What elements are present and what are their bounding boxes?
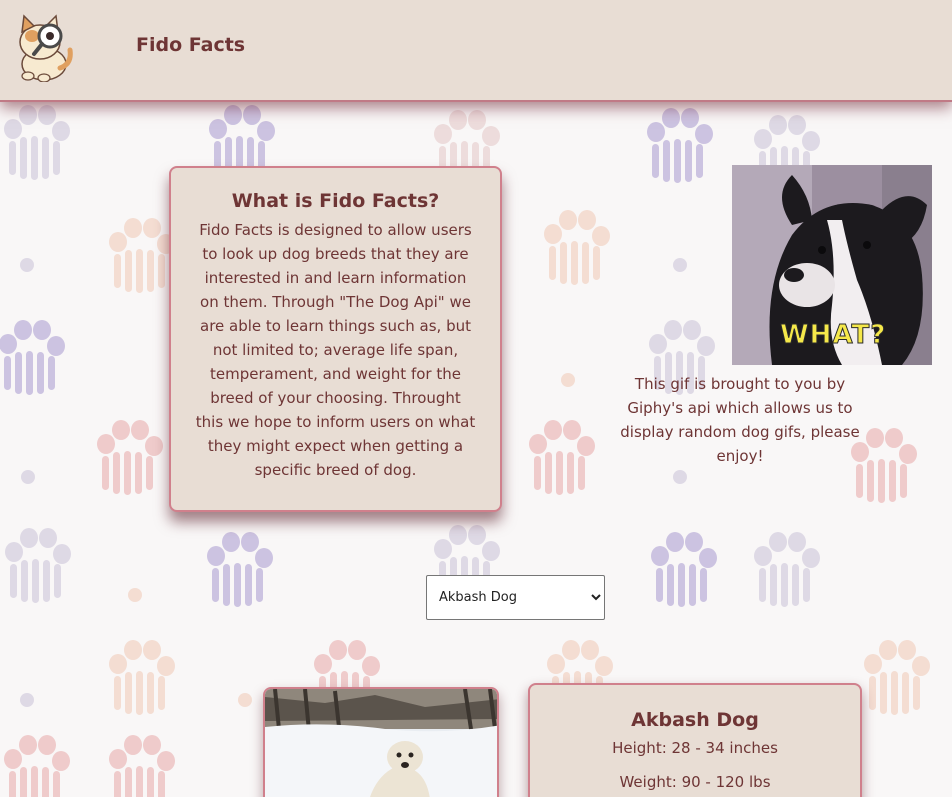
about-card: What is Fido Facts? Fido Facts is design…: [169, 166, 502, 512]
site-header: Fido Facts: [0, 0, 952, 102]
breed-select[interactable]: Akbash Dog: [426, 575, 605, 620]
about-text: Fido Facts is designed to allow users to…: [195, 221, 476, 479]
breed-photo-image: [265, 689, 497, 797]
magnifier-cat-icon[interactable]: [10, 12, 74, 82]
dog-gif[interactable]: WHAT?: [732, 165, 932, 365]
breed-name: Akbash Dog: [631, 709, 759, 731]
breed-weight: Weight: 90 - 120 lbs: [619, 773, 771, 791]
about-title: What is Fido Facts?: [231, 190, 440, 212]
site-title: Fido Facts: [136, 34, 246, 56]
gif-overlay-text: WHAT?: [779, 320, 887, 351]
breed-info-card: Akbash Dog Height: 28 - 34 inches Weight…: [528, 683, 862, 797]
breed-height: Height: 28 - 34 inches: [612, 739, 778, 757]
gif-caption: This gif is brought to you by Giphy's ap…: [620, 375, 860, 465]
breed-photo: [263, 687, 499, 797]
